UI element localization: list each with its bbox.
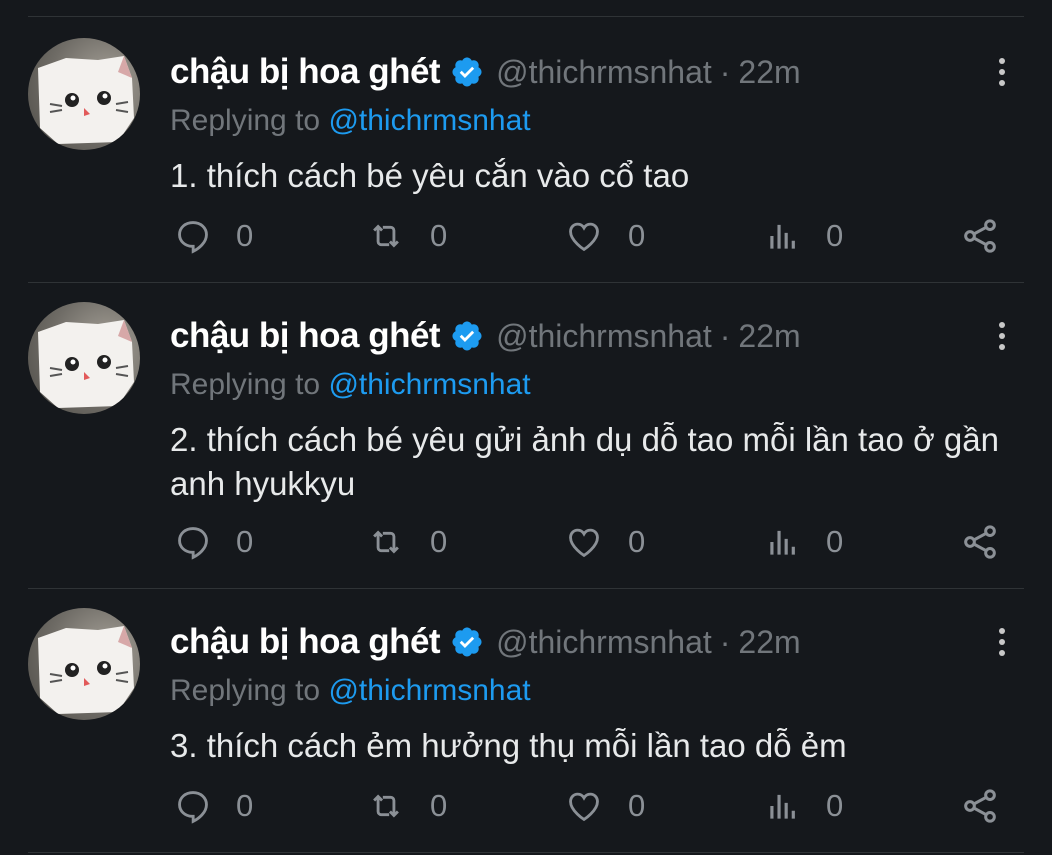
views-button[interactable]: 0 [764,784,843,828]
tweet-actions: 0 0 0 0 [170,520,1010,564]
cat-avatar-image [38,626,134,714]
reply-count: 0 [236,218,254,253]
tweet[interactable]: chậu bị hoa ghét @thichrmsnhat · 22m Rep… [0,608,1052,852]
view-count: 0 [826,218,844,253]
reply-count: 0 [236,788,254,823]
like-button[interactable]: 0 [564,214,645,258]
divider [28,588,1024,589]
analytics-icon [764,217,802,255]
separator: · [719,317,731,354]
like-button[interactable]: 0 [564,784,645,828]
retweet-icon [366,523,406,561]
replying-to: Replying to @thichrmsnhat [170,674,531,708]
views-button[interactable]: 0 [764,214,843,258]
tweet-actions: 0 0 0 0 [170,214,1010,258]
analytics-icon [764,523,802,561]
timestamp[interactable]: 22m [738,624,800,661]
heart-icon [564,217,604,255]
more-options-icon[interactable] [990,52,1014,92]
share-button[interactable] [960,214,1000,258]
retweet-count: 0 [430,218,448,253]
tweet-actions: 0 0 0 0 [170,784,1010,828]
share-button[interactable] [960,784,1000,828]
verified-badge-icon [450,625,484,659]
tweet-header: chậu bị hoa ghét @thichrmsnhat · 22m [170,314,801,358]
tweet[interactable]: chậu bị hoa ghét @thichrmsnhat · 22m Rep… [0,302,1052,586]
like-button[interactable]: 0 [564,520,645,564]
verified-badge-icon [450,55,484,89]
timestamp[interactable]: 22m [738,318,800,355]
views-button[interactable]: 0 [764,520,843,564]
replying-prefix: Replying to [170,368,321,401]
reply-button[interactable]: 0 [174,784,253,828]
like-count: 0 [628,524,646,559]
retweet-count: 0 [430,524,448,559]
tweet-header: chậu bị hoa ghét @thichrmsnhat · 22m [170,50,801,94]
handle[interactable]: @thichrmsnhat [496,318,712,355]
replying-to: Replying to @thichrmsnhat [170,104,531,138]
retweet-button[interactable]: 0 [366,520,447,564]
reply-count: 0 [236,524,254,559]
divider [28,16,1024,17]
heart-icon [564,523,604,561]
reply-icon [174,217,212,255]
more-options-icon[interactable] [990,316,1014,356]
replying-to-mention[interactable]: @thichrmsnhat [328,368,530,401]
replying-to-mention[interactable]: @thichrmsnhat [328,674,530,707]
tweet-header: chậu bị hoa ghét @thichrmsnhat · 22m [170,620,801,664]
separator: · [719,623,731,660]
share-icon [960,786,1000,826]
cat-avatar-image [38,56,134,144]
view-count: 0 [826,788,844,823]
tweet-text: 3. thích cách ẻm hưởng thụ mỗi lần tao d… [170,727,847,764]
avatar[interactable] [28,608,140,720]
replying-prefix: Replying to [170,104,321,137]
divider [28,852,1024,853]
timestamp[interactable]: 22m [738,54,800,91]
reply-icon [174,523,212,561]
handle[interactable]: @thichrmsnhat [496,624,712,661]
tweet-text: 2. thích cách bé yêu gửi ảnh dụ dỗ tao m… [170,421,999,502]
handle[interactable]: @thichrmsnhat [496,54,712,91]
avatar[interactable] [28,38,140,150]
reply-icon [174,787,212,825]
tweet[interactable]: chậu bị hoa ghét @thichrmsnhat · 22m Rep… [0,38,1052,282]
like-count: 0 [628,788,646,823]
cat-avatar-image [38,320,134,408]
avatar[interactable] [28,302,140,414]
replying-to: Replying to @thichrmsnhat [170,368,531,402]
more-options-icon[interactable] [990,622,1014,662]
verified-badge-icon [450,319,484,353]
replying-to-mention[interactable]: @thichrmsnhat [328,104,530,137]
retweet-button[interactable]: 0 [366,214,447,258]
retweet-icon [366,787,406,825]
retweet-button[interactable]: 0 [366,784,447,828]
share-icon [960,522,1000,562]
display-name[interactable]: chậu bị hoa ghét [170,52,441,92]
heart-icon [564,787,604,825]
share-button[interactable] [960,520,1000,564]
replying-prefix: Replying to [170,674,321,707]
separator: · [719,53,731,90]
analytics-icon [764,787,802,825]
retweet-icon [366,217,406,255]
reply-button[interactable]: 0 [174,214,253,258]
divider [28,282,1024,283]
tweet-feed: chậu bị hoa ghét @thichrmsnhat · 22m Rep… [0,0,1052,855]
view-count: 0 [826,524,844,559]
share-icon [960,216,1000,256]
display-name[interactable]: chậu bị hoa ghét [170,622,441,662]
retweet-count: 0 [430,788,448,823]
tweet-text: 1. thích cách bé yêu cắn vào cổ tao [170,157,690,194]
reply-button[interactable]: 0 [174,520,253,564]
display-name[interactable]: chậu bị hoa ghét [170,316,441,356]
like-count: 0 [628,218,646,253]
